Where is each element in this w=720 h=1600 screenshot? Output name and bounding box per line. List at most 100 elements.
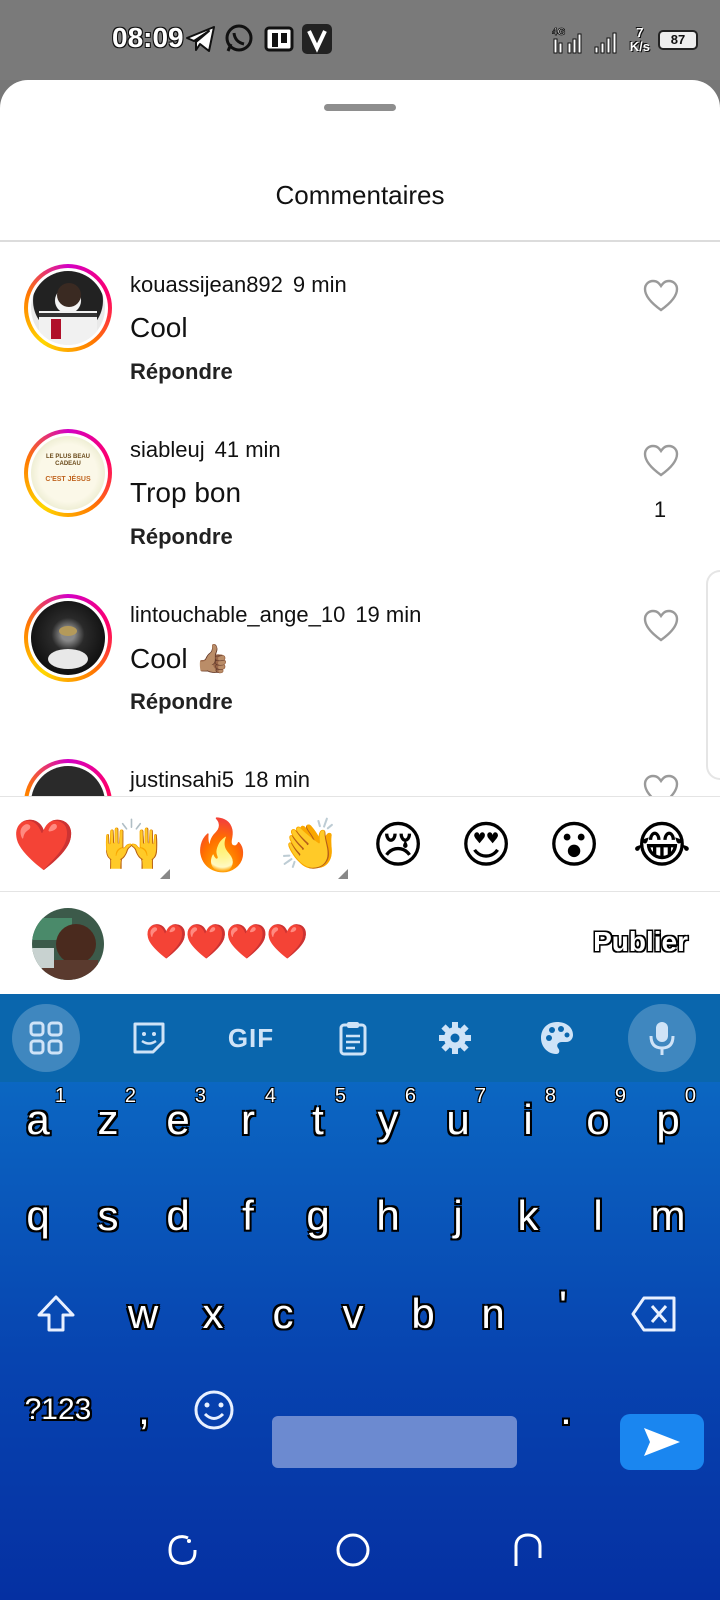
keyboard-toolbar: GIF — [0, 994, 720, 1082]
key-h[interactable]: h — [356, 1176, 420, 1256]
comment-username[interactable]: lintouchable_ange_10 — [130, 602, 345, 627]
key-f[interactable]: f — [216, 1176, 280, 1256]
key-g[interactable]: g — [286, 1176, 350, 1256]
comment-username[interactable]: siableuj — [130, 437, 205, 462]
key-y[interactable]: y6 — [356, 1080, 420, 1160]
key-m[interactable]: m — [636, 1176, 700, 1256]
vpn-v-icon — [302, 24, 332, 54]
status-bar: 08:09 4G 7 K/s 87 — [0, 0, 720, 80]
telegram-icon — [186, 26, 215, 52]
apps-grid-icon[interactable] — [12, 1004, 80, 1072]
sticker-icon[interactable] — [115, 1004, 183, 1072]
status-time: 08:09 — [112, 22, 184, 53]
comment-item: lintouchable_ange_10 19 min Cool 👍🏽 Répon… — [0, 572, 720, 740]
key-j[interactable]: j — [426, 1176, 490, 1256]
comment-item: LE PLUS BEAU CADEAU C'EST JÉSUS siableuj… — [0, 407, 720, 575]
emoji-fire[interactable]: 🔥 — [190, 815, 254, 875]
microphone-icon[interactable] — [628, 1004, 696, 1072]
emoji-surprised[interactable]: 😮 — [542, 815, 606, 875]
key-r[interactable]: r4 — [216, 1080, 280, 1160]
backspace-key[interactable] — [622, 1274, 686, 1354]
key-d[interactable]: d — [146, 1176, 210, 1256]
user-avatar[interactable] — [24, 594, 112, 682]
comment-header: lintouchable_ange_10 19 min — [130, 602, 421, 628]
comments-list[interactable]: kouassijean892 9 min Cool Répondre LE PLU… — [0, 242, 720, 876]
recent-apps-icon[interactable] — [162, 1530, 202, 1570]
key-k[interactable]: k — [496, 1176, 560, 1256]
comment-item: kouassijean892 9 min Cool Répondre — [0, 242, 720, 410]
clipboard-icon[interactable] — [319, 1004, 387, 1072]
key-apostrophe[interactable]: ' — [531, 1266, 595, 1346]
palette-icon[interactable] — [523, 1004, 591, 1072]
emoji-heart-eyes[interactable]: 😍 — [454, 815, 518, 875]
key-t[interactable]: t5 — [286, 1080, 350, 1160]
gif-button[interactable]: GIF — [217, 1004, 285, 1072]
reply-button[interactable]: Répondre — [130, 689, 233, 715]
home-icon[interactable] — [333, 1530, 373, 1570]
comment-username[interactable]: justinsahi5 — [130, 767, 234, 792]
publish-button[interactable]: Publier — [593, 926, 688, 958]
emoji-laughing[interactable]: 😂 — [630, 815, 694, 875]
key-p[interactable]: p0 — [636, 1080, 700, 1160]
signal-bars-icon — [594, 32, 617, 54]
symbols-key[interactable]: ?123 — [18, 1370, 98, 1450]
status-right: 4G 7 K/s 87 — [552, 22, 698, 58]
comment-text: Trop bon — [130, 477, 242, 508]
key-e[interactable]: e3 — [146, 1080, 210, 1160]
key-i[interactable]: i8 — [496, 1080, 560, 1160]
like-heart-icon[interactable] — [643, 444, 679, 478]
comment-input[interactable]: ❤️❤️❤️❤️ — [145, 922, 308, 962]
sheet-title: Commentaires — [275, 180, 445, 210]
key-l[interactable]: l — [566, 1176, 630, 1256]
reader-app-icon — [264, 26, 294, 52]
key-s[interactable]: s — [76, 1176, 140, 1256]
avatar-photo — [48, 626, 88, 669]
emoji-quick-bar: ❤️ 🙌 🔥 👏 😢 😍 😮 😂 — [0, 796, 720, 892]
shift-key[interactable] — [24, 1274, 88, 1354]
edge-panel-handle[interactable] — [706, 570, 720, 780]
emoji-key[interactable] — [182, 1370, 246, 1450]
space-bar[interactable] — [272, 1416, 517, 1468]
battery-indicator: 87 — [658, 30, 698, 50]
emoji-raising-hands[interactable]: 🙌 — [100, 815, 170, 879]
key-b[interactable]: b — [391, 1274, 455, 1354]
user-avatar[interactable]: LE PLUS BEAU CADEAU C'EST JÉSUS — [24, 429, 112, 517]
like-count: 1 — [653, 497, 667, 522]
comment-text: Cool 👍🏽 — [130, 643, 231, 674]
emoji-crying[interactable]: 😢 — [366, 815, 430, 875]
whatsapp-icon — [225, 24, 253, 52]
key-o[interactable]: o9 — [566, 1080, 630, 1160]
comma-key[interactable]: , — [112, 1370, 176, 1450]
key-u[interactable]: u7 — [426, 1080, 490, 1160]
user-avatar[interactable] — [24, 264, 112, 352]
period-key[interactable]: . — [534, 1370, 598, 1450]
comment-time: 19 min — [355, 602, 422, 627]
shift-arrow-icon — [37, 1295, 75, 1332]
comment-username[interactable]: kouassijean892 — [130, 272, 283, 297]
comment-composer: ❤️❤️❤️❤️ Publier — [0, 892, 720, 994]
key-x[interactable]: x — [181, 1274, 245, 1354]
my-avatar — [32, 908, 104, 980]
emoji-clapping[interactable]: 👏 — [278, 815, 348, 879]
key-q[interactable]: q — [6, 1176, 70, 1256]
comment-text: Cool — [130, 312, 188, 343]
comment-header: siableuj 41 min — [130, 437, 281, 463]
emoji-heart[interactable]: ❤️ — [12, 815, 76, 875]
drag-handle[interactable] — [324, 104, 396, 111]
key-z[interactable]: z2 — [76, 1080, 140, 1160]
key-n[interactable]: n — [461, 1274, 525, 1354]
reply-button[interactable]: Répondre — [130, 524, 233, 550]
key-c[interactable]: c — [251, 1274, 315, 1354]
like-heart-icon[interactable] — [643, 609, 679, 643]
key-v[interactable]: v — [321, 1274, 385, 1354]
settings-gear-icon[interactable] — [421, 1004, 489, 1072]
key-a[interactable]: a1 — [6, 1080, 70, 1160]
signal-4g-icon: 4G — [552, 27, 582, 54]
backspace-icon — [631, 1296, 676, 1332]
system-nav-bar — [0, 1490, 720, 1600]
back-icon[interactable] — [508, 1530, 548, 1570]
reply-button[interactable]: Répondre — [130, 359, 233, 385]
like-heart-icon[interactable] — [643, 279, 679, 313]
send-key[interactable] — [620, 1414, 704, 1470]
key-w[interactable]: w — [111, 1274, 175, 1354]
